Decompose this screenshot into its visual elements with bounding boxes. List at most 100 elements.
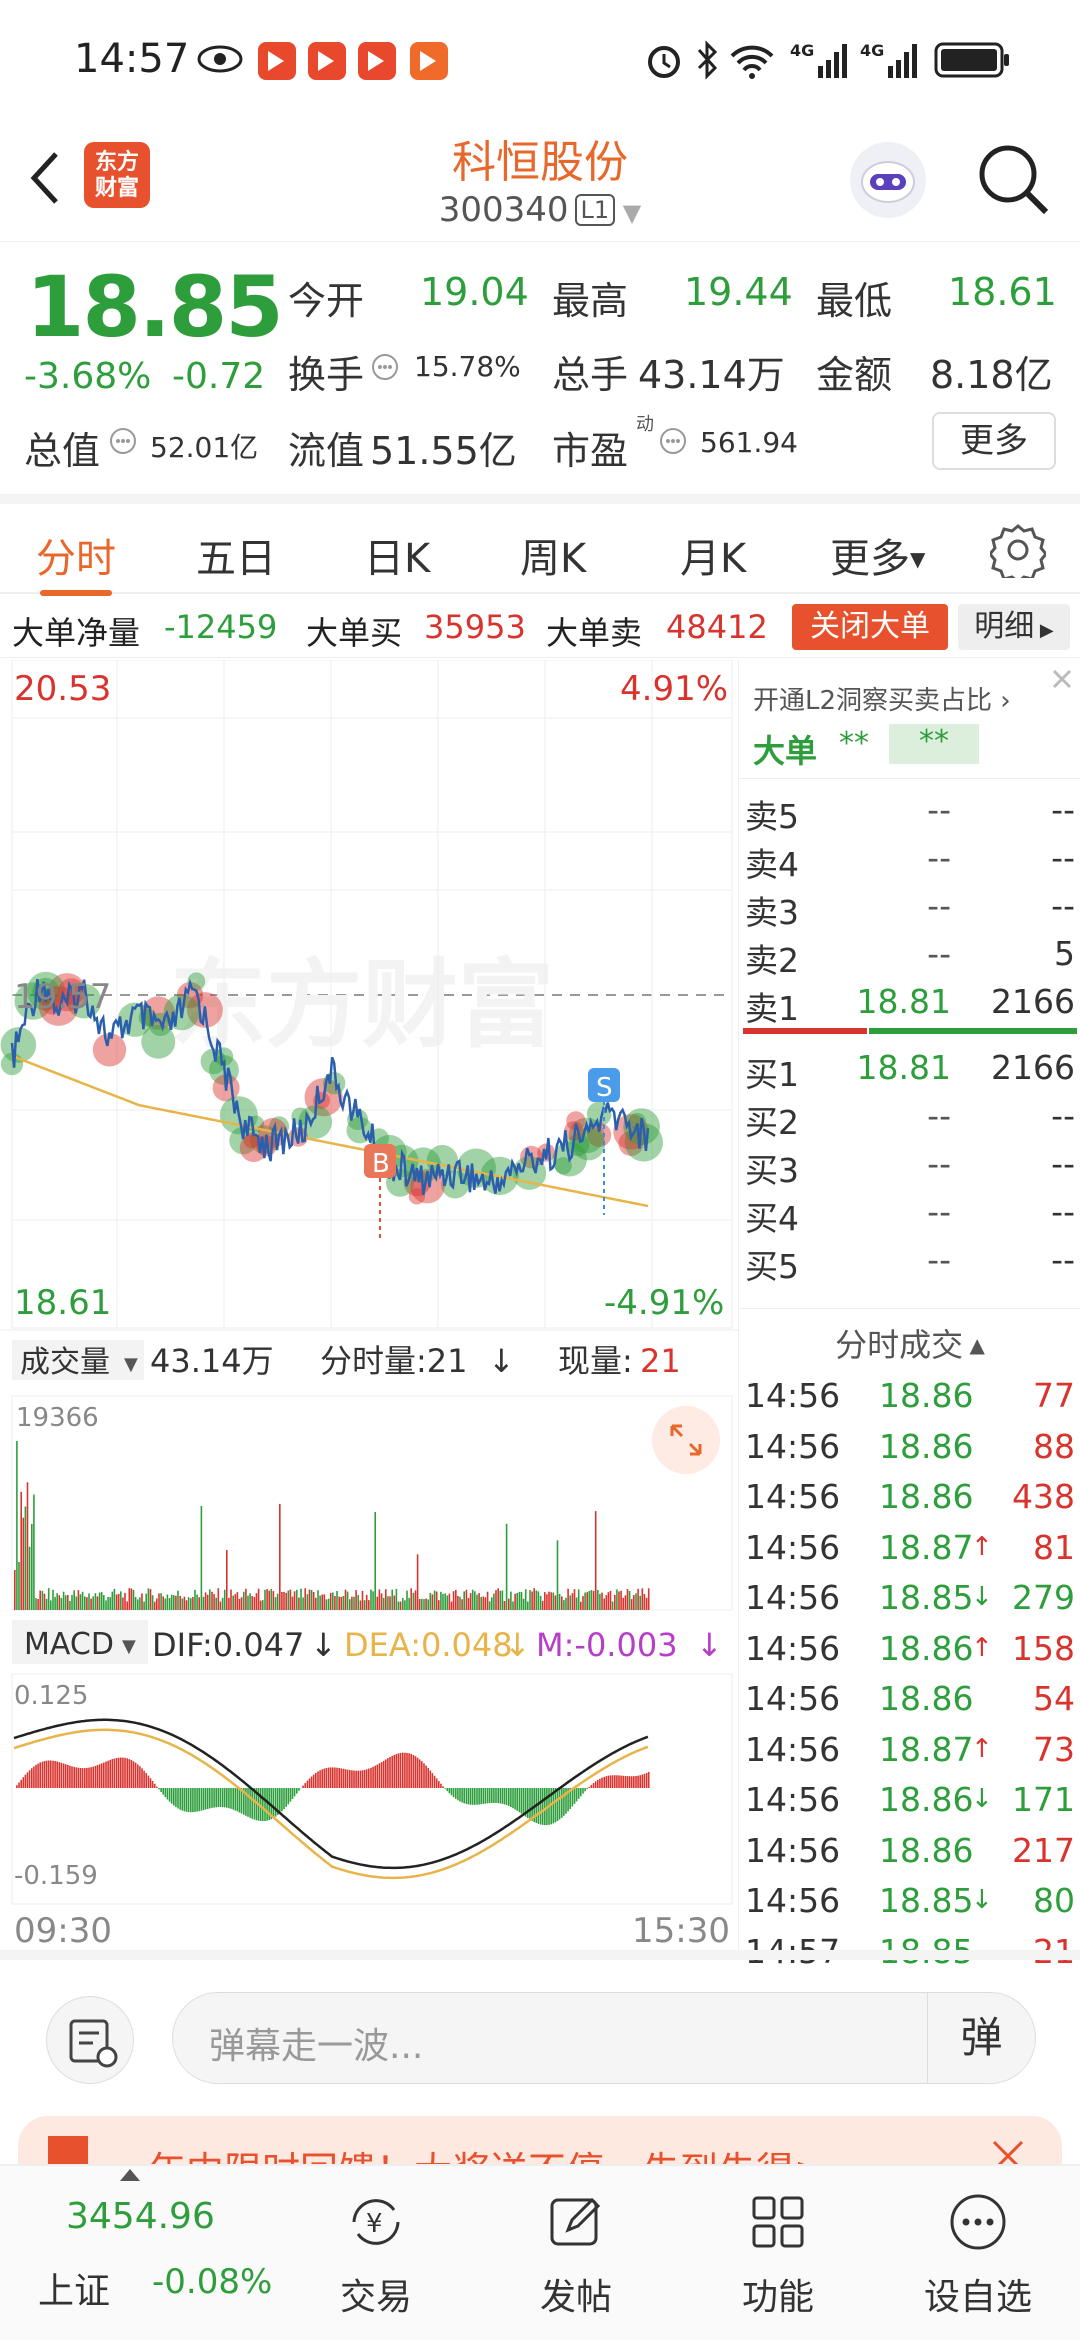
index-change: -0.08% bbox=[152, 2262, 273, 2302]
macd-bar bbox=[493, 1788, 495, 1803]
volume-bar bbox=[62, 1591, 65, 1610]
volume-bar bbox=[300, 1588, 302, 1610]
volume-bar bbox=[404, 1600, 406, 1610]
info-icon[interactable] bbox=[108, 426, 138, 460]
change-amount: -0.72 bbox=[172, 356, 266, 397]
m-arrow-icon: ↓ bbox=[696, 1626, 723, 1664]
macd-bar bbox=[332, 1767, 334, 1788]
volume-bar bbox=[635, 1593, 637, 1610]
macd-bar bbox=[304, 1783, 306, 1788]
volume-bar bbox=[266, 1589, 268, 1610]
tab-more[interactable]: 更多▼ bbox=[830, 526, 925, 584]
macd-bar bbox=[425, 1765, 427, 1788]
volume-bar bbox=[219, 1601, 222, 1610]
dadan-value: ** bbox=[839, 726, 869, 761]
danmaku-send-button[interactable]: 弹 bbox=[927, 1993, 1035, 2083]
intraday-chart-area[interactable]: 东方财富 B S 20.53 4.91% 19.57 18.61 -4.91% … bbox=[0, 659, 738, 1951]
close-big-order-button[interactable]: 关闭大单 bbox=[792, 604, 948, 650]
more-quote-button[interactable]: 更多 bbox=[932, 412, 1056, 470]
tab-five-day[interactable]: 五日 bbox=[196, 526, 276, 584]
robot-assistant-icon[interactable] bbox=[846, 138, 930, 226]
buy-order-level: 买1 bbox=[745, 1055, 799, 1094]
macd-bar bbox=[73, 1766, 75, 1788]
macd-bar bbox=[435, 1778, 438, 1788]
volume-bar bbox=[580, 1601, 582, 1610]
macd-bar bbox=[211, 1788, 213, 1808]
macd-bar bbox=[418, 1759, 421, 1788]
volume-bar bbox=[137, 1599, 139, 1610]
macd-bar bbox=[217, 1788, 220, 1808]
macd-bar bbox=[353, 1770, 355, 1788]
volume-bar bbox=[215, 1597, 217, 1610]
trade-time: 14:56 bbox=[745, 1628, 841, 1668]
total-cap-value: 52.01亿 bbox=[150, 431, 259, 464]
comment-settings-button[interactable] bbox=[46, 1996, 134, 2084]
macd-bar bbox=[94, 1765, 97, 1788]
caret-down-icon: ▼ bbox=[615, 199, 642, 227]
info-icon[interactable] bbox=[658, 426, 688, 460]
nav-add-watchlist[interactable]: 设自选 bbox=[888, 2166, 1068, 2340]
volume-bar bbox=[614, 1595, 616, 1610]
turnover-label: 换手 bbox=[288, 353, 365, 397]
volume-bar bbox=[353, 1596, 355, 1610]
macd-bar bbox=[643, 1773, 646, 1788]
macd-bar bbox=[522, 1788, 525, 1816]
macd-bar bbox=[630, 1776, 633, 1788]
l2-upgrade-link[interactable]: 开通L2洞察买卖占比 › bbox=[753, 680, 1011, 717]
volume-bar bbox=[279, 1503, 281, 1610]
macd-bar bbox=[457, 1788, 459, 1801]
volume-bar bbox=[147, 1588, 150, 1610]
volume-bar bbox=[268, 1590, 270, 1610]
macd-bar bbox=[223, 1788, 226, 1808]
nav-functions[interactable]: 功能 bbox=[688, 2166, 868, 2340]
tab-intraday[interactable]: 分时 bbox=[36, 526, 116, 584]
buy-order-price: -- bbox=[927, 1192, 951, 1231]
index-value: 3454.96 bbox=[66, 2196, 215, 2237]
volume-bar bbox=[64, 1595, 67, 1610]
signal-label: 4G bbox=[860, 41, 884, 60]
signal-icon: 4G bbox=[790, 38, 854, 86]
intraday-chart: 东方财富 B S 20.53 4.91% 19.57 18.61 -4.91% … bbox=[0, 659, 738, 1951]
macd-bar bbox=[272, 1788, 275, 1819]
sell-order-volume: -- bbox=[1051, 790, 1075, 829]
volume-bar bbox=[406, 1590, 408, 1610]
macd-bar bbox=[287, 1788, 290, 1805]
pe-dynamic-tag: 动 bbox=[636, 414, 654, 435]
volume-bar bbox=[310, 1590, 313, 1610]
tab-daily-k[interactable]: 日K bbox=[364, 526, 430, 584]
volume-bar bbox=[410, 1588, 412, 1610]
price-bottom-label: 18.61 bbox=[14, 1283, 111, 1323]
trade-volume: 217 bbox=[1012, 1830, 1075, 1870]
volume-bar bbox=[541, 1600, 544, 1610]
danmaku-input[interactable]: 弹幕走一波... 弹 bbox=[172, 1992, 1036, 2084]
info-icon[interactable] bbox=[370, 352, 400, 386]
search-icon[interactable] bbox=[974, 140, 1054, 224]
index-ticker[interactable]: 3454.96 上证 -0.08% bbox=[0, 2166, 273, 2340]
tab-monthly-k[interactable]: 月K bbox=[680, 526, 746, 584]
volume-bar bbox=[605, 1595, 608, 1610]
trade-time: 14:56 bbox=[745, 1426, 841, 1466]
volume-bar bbox=[488, 1601, 491, 1610]
nav-post[interactable]: 发帖 bbox=[486, 2166, 666, 2340]
volume-bar bbox=[421, 1598, 423, 1610]
expand-button[interactable] bbox=[652, 1406, 720, 1474]
macd-bar bbox=[486, 1788, 489, 1804]
edit-icon bbox=[550, 2197, 601, 2246]
close-icon[interactable] bbox=[1049, 666, 1075, 696]
trades-header[interactable]: 分时成交 ▲ bbox=[739, 1320, 1080, 1366]
detail-button[interactable]: 明细 ▶ bbox=[958, 604, 1070, 650]
macd-bar bbox=[130, 1760, 133, 1788]
volume-bar bbox=[493, 1593, 495, 1610]
tab-weekly-k[interactable]: 周K bbox=[520, 526, 586, 584]
settings-gear-icon[interactable] bbox=[988, 522, 1048, 584]
trade-time: 14:56 bbox=[745, 1881, 841, 1920]
macd-bar bbox=[285, 1788, 287, 1807]
order-book-panel: 开通L2洞察买卖占比 › 大单 ** ** 卖5 -- -- 卖4 -- -- 卖3 -- --… bbox=[738, 660, 1080, 1971]
trade-row: 14:56 18.86 217 bbox=[739, 1827, 1080, 1877]
macd-bar bbox=[527, 1788, 529, 1819]
nav-trade[interactable]: ¥ 交易 bbox=[286, 2166, 466, 2340]
volume-bar bbox=[514, 1593, 516, 1610]
volume-bar bbox=[293, 1591, 296, 1610]
volume-bar bbox=[444, 1593, 446, 1610]
big-buy-label: 大单买 bbox=[306, 614, 403, 652]
